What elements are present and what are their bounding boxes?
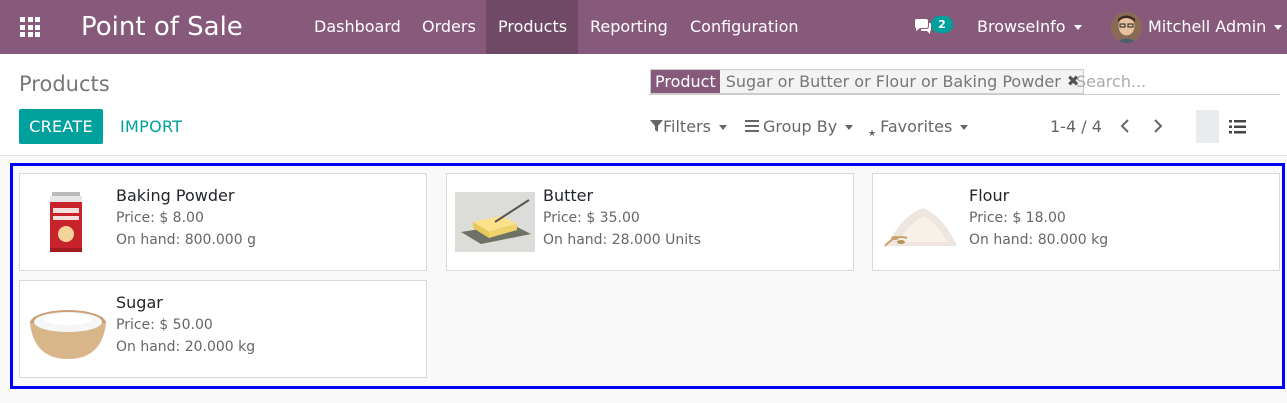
product-name: Butter (543, 186, 594, 205)
kanban-view: Baking Powder Price: $ 8.00 On hand: 800… (10, 163, 1285, 389)
chat-count-badge: 2 (931, 16, 953, 33)
search-bar: Product Sugar or Butter or Flour or Baki… (649, 69, 1280, 95)
filters-label: Filters (663, 117, 711, 136)
filters-caret-icon (718, 125, 727, 130)
user-name: Mitchell Admin (1148, 17, 1267, 36)
apps-grid-icon[interactable] (20, 17, 40, 37)
product-on-hand: On hand: 80.000 kg (969, 232, 1109, 248)
product-card-sugar[interactable]: Sugar Price: $ 50.00 On hand: 20.000 kg (19, 280, 427, 378)
menu-configuration[interactable]: Configuration (678, 0, 811, 54)
flour-pile-image (884, 208, 957, 247)
product-card-baking-powder[interactable]: Baking Powder Price: $ 8.00 On hand: 800… (19, 173, 427, 271)
baking-powder-can-image (50, 192, 82, 252)
product-price: Price: $ 35.00 (543, 210, 640, 226)
list-view-icon[interactable] (1229, 120, 1246, 134)
product-name: Flour (969, 186, 1010, 205)
menu-reporting[interactable]: Reporting (578, 0, 680, 54)
pager-value[interactable]: 1-4 / 4 (1050, 109, 1102, 144)
product-name: Baking Powder (116, 186, 235, 205)
group-by-dropdown[interactable]: Group By (745, 109, 854, 144)
search-input[interactable] (1076, 69, 1276, 93)
pager-next-icon[interactable] (1152, 109, 1164, 144)
group-by-caret-icon (845, 125, 854, 130)
product-name: Sugar (116, 293, 163, 312)
import-button[interactable]: IMPORT (120, 109, 182, 144)
butter-dish-image (455, 192, 535, 252)
facet-values: Sugar or Butter or Flour or Baking Powde… (725, 72, 1061, 91)
user-avatar[interactable] (1111, 12, 1142, 43)
product-on-hand: On hand: 28.000 Units (543, 232, 701, 248)
favorites-dropdown[interactable]: ★ Favorites (868, 109, 969, 144)
company-switcher[interactable]: BrowseInfo (977, 0, 1082, 54)
app-title: Point of Sale (81, 12, 243, 42)
product-price: Price: $ 8.00 (116, 210, 204, 226)
favorites-caret-icon (960, 125, 969, 130)
user-caret-icon (1274, 25, 1283, 30)
company-name: BrowseInfo (977, 17, 1066, 36)
user-menu[interactable]: Mitchell Admin (1148, 0, 1283, 54)
product-price: Price: $ 50.00 (116, 317, 213, 333)
product-on-hand: On hand: 800.000 g (116, 232, 256, 248)
menu-dashboard[interactable]: Dashboard (302, 0, 413, 54)
sugar-bowl-image (30, 310, 106, 359)
facet-label: Product (651, 70, 720, 93)
company-caret-icon (1073, 25, 1082, 30)
group-by-label: Group By (763, 117, 838, 136)
breadcrumb: Products (19, 72, 110, 96)
top-navbar: Point of Sale Dashboard Orders Products … (0, 0, 1287, 54)
search-facet: Product Sugar or Butter or Flour or Baki… (650, 69, 1085, 94)
product-price: Price: $ 18.00 (969, 210, 1066, 226)
filters-dropdown[interactable]: Filters (650, 109, 727, 144)
control-panel: Products CREATE IMPORT Product Sugar or … (0, 54, 1287, 156)
product-on-hand: On hand: 20.000 kg (116, 339, 256, 355)
create-button[interactable]: CREATE (19, 109, 103, 144)
group-by-icon (745, 120, 759, 132)
favorites-star-icon: ★ (868, 129, 877, 139)
product-card-flour[interactable]: Flour Price: $ 18.00 On hand: 80.000 kg (872, 173, 1280, 271)
filter-icon (650, 120, 663, 132)
chat-icon[interactable] (913, 17, 933, 37)
product-card-butter[interactable]: Butter Price: $ 35.00 On hand: 28.000 Un… (446, 173, 854, 271)
favorites-label: Favorites (880, 117, 953, 136)
kanban-view-button[interactable] (1196, 110, 1219, 143)
menu-products[interactable]: Products (486, 0, 578, 54)
menu-orders[interactable]: Orders (410, 0, 488, 54)
pager-previous-icon[interactable] (1119, 109, 1131, 144)
